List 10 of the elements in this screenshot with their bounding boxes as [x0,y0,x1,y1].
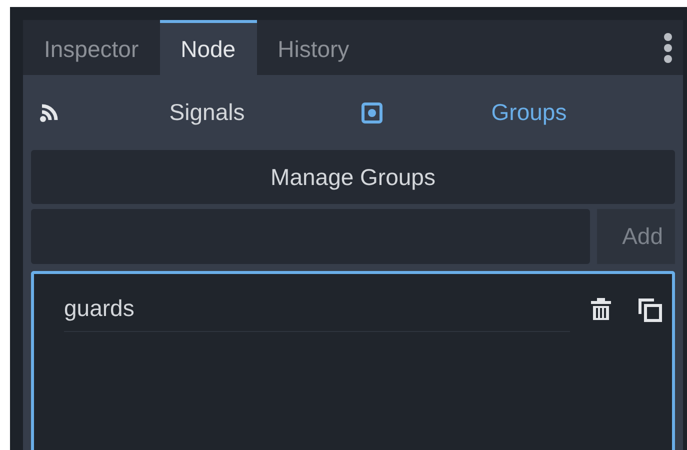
tab[interactable]: Node [160,20,257,75]
signals-tab[interactable]: Signals [61,95,353,130]
group-name[interactable]: guards [64,288,570,332]
duplicate-icon[interactable] [638,298,662,322]
tab[interactable]: History [256,20,370,75]
tab[interactable]: Inspector [23,20,160,75]
manage-groups-button[interactable]: Manage Groups [31,150,675,204]
groups-icon [361,102,383,124]
trash-icon[interactable] [590,298,612,322]
groups-tab[interactable]: Groups [383,95,675,130]
